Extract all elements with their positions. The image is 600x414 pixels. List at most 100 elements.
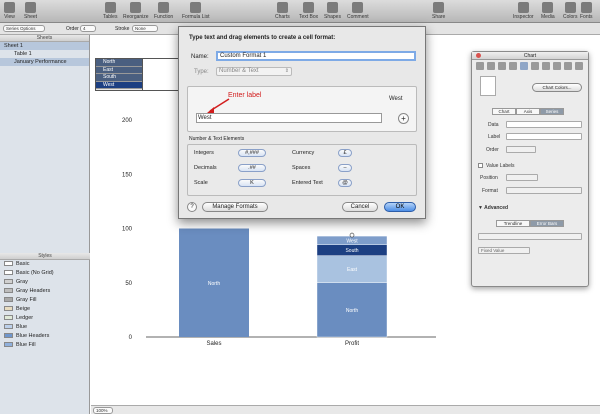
x-tick-label: Profit <box>345 341 359 347</box>
cell-icon[interactable] <box>509 62 517 70</box>
position-select[interactable] <box>506 174 538 181</box>
ok-button[interactable]: OK <box>384 202 416 212</box>
value-labels-checkbox[interactable] <box>478 163 483 168</box>
chart-icon[interactable] <box>520 62 528 70</box>
tab-error-bars[interactable]: Error Bars <box>530 220 564 227</box>
stroke-select[interactable]: None <box>132 25 158 32</box>
chart-thumbnail[interactable] <box>480 76 496 96</box>
text-icon[interactable] <box>531 62 539 70</box>
element-token-chip[interactable]: .## <box>238 164 266 172</box>
document-icon[interactable] <box>476 62 484 70</box>
inspector-title: Chart <box>472 52 588 60</box>
format-token-field[interactable]: West <box>196 113 382 123</box>
toolbar-charts-button[interactable]: Charts <box>275 2 290 20</box>
style-item[interactable]: Gray Headers <box>0 287 90 296</box>
style-item[interactable]: Gray Fill <box>0 296 90 305</box>
toolbar-reorganize-button[interactable]: Reorganize <box>123 2 149 20</box>
style-swatch <box>4 306 13 312</box>
toolbar-inspector-button[interactable]: Inspector <box>513 2 534 20</box>
error-bars-select[interactable] <box>478 233 582 240</box>
toolbar-comment-button[interactable]: Comment <box>347 2 369 20</box>
toolbar-formula-list-button[interactable]: Formula List <box>182 2 210 20</box>
zoom-select[interactable]: 100% <box>93 407 113 414</box>
y-tick-label: 50 <box>125 281 132 287</box>
element-token-chip[interactable]: £ <box>338 149 352 157</box>
bar-label[interactable]: North <box>208 281 220 287</box>
chart-label: January Performance <box>14 59 67 65</box>
toolbar-label: Tables <box>103 14 118 20</box>
sidebar-item-chart[interactable]: January Performance <box>0 58 89 66</box>
y-tick-label: 0 <box>129 335 133 341</box>
toolbar-sheet-button[interactable]: Sheet <box>24 2 37 20</box>
style-item[interactable]: Gray <box>0 278 90 287</box>
sidebar-item-sheet-1[interactable]: Sheet 1 <box>0 42 89 50</box>
quicktime-icon[interactable] <box>575 62 583 70</box>
format-select[interactable] <box>506 187 582 194</box>
manage-formats-button[interactable]: Manage Formats <box>202 202 268 212</box>
name-field[interactable]: Custom Format 1 <box>216 51 416 61</box>
style-item[interactable]: Ledger <box>0 314 90 323</box>
toolbar-view-button[interactable]: View <box>4 2 15 20</box>
style-item[interactable]: Blue Headers <box>0 332 90 341</box>
bar-label[interactable]: East <box>347 267 358 273</box>
element-token-chip[interactable]: #,### <box>238 149 266 157</box>
style-item[interactable]: Basic (No Grid) <box>0 269 90 278</box>
style-item[interactable]: Beige <box>0 305 90 314</box>
text-box-icon <box>303 2 315 13</box>
name-label: Name: <box>191 54 209 60</box>
tab-series[interactable]: Series <box>540 108 564 115</box>
stroke-label: Stroke <box>115 26 130 32</box>
order-stepper[interactable]: 4 <box>80 25 96 32</box>
sheets-header: Sheets <box>0 35 89 42</box>
table-icon[interactable] <box>498 62 506 70</box>
series-options-button[interactable]: Series Options <box>3 25 45 32</box>
add-element-button[interactable]: + <box>398 113 409 124</box>
position-label: Position <box>480 175 498 181</box>
style-item[interactable]: Blue <box>0 323 90 332</box>
toolbar-label: Inspector <box>513 14 534 20</box>
tab-trendline[interactable]: Trendline <box>496 220 530 227</box>
toolbar-shapes-button[interactable]: Shapes <box>324 2 341 20</box>
toolbar-tables-button[interactable]: Tables <box>103 2 117 20</box>
tab-axis[interactable]: Axis <box>516 108 540 115</box>
cancel-button[interactable]: Cancel <box>342 202 378 212</box>
style-item[interactable]: Blue Fill <box>0 341 90 350</box>
label-field[interactable] <box>506 133 582 140</box>
toolbar-label: Sheet <box>24 14 38 20</box>
advanced-disclosure[interactable]: ▼ Advanced <box>478 205 508 211</box>
style-swatch <box>4 324 13 330</box>
sidebar-item-table-1[interactable]: Table 1 <box>0 50 89 58</box>
data-field[interactable] <box>506 121 582 128</box>
format-preview: West <box>389 96 403 102</box>
help-button[interactable]: ? <box>187 202 197 212</box>
toolbar-colors-button[interactable]: Colors <box>563 2 577 20</box>
sheet-icon[interactable] <box>487 62 495 70</box>
close-icon[interactable] <box>476 53 481 58</box>
element-token-chip[interactable]: @ <box>338 179 352 187</box>
link-icon[interactable] <box>564 62 572 70</box>
metrics-icon[interactable] <box>553 62 561 70</box>
bar-label[interactable]: West <box>346 238 358 244</box>
toolbar-media-button[interactable]: Media <box>541 2 555 20</box>
tab-chart[interactable]: Chart <box>492 108 516 115</box>
type-select[interactable]: Number & Text ⇕ <box>216 67 292 76</box>
y-tick-label: 200 <box>122 118 133 124</box>
element-label: Currency <box>292 150 315 156</box>
style-item[interactable]: Basic <box>0 260 90 269</box>
graphic-icon[interactable] <box>542 62 550 70</box>
element-token-chip[interactable]: K <box>238 179 266 187</box>
order-select[interactable] <box>506 146 536 153</box>
toolbar-label: Media <box>541 14 555 20</box>
share-icon <box>433 2 445 13</box>
toolbar-text-box-button[interactable]: Text Box <box>299 2 318 20</box>
fixed-value-select[interactable]: Fixed Value <box>478 247 530 254</box>
toolbar-function-button[interactable]: Function <box>154 2 173 20</box>
chart-colors-button[interactable]: Chart Colors... <box>532 83 582 92</box>
toolbar-fonts-button[interactable]: Fonts <box>580 2 593 20</box>
bar-label[interactable]: North <box>346 308 358 314</box>
toolbar-share-button[interactable]: Share <box>432 2 445 20</box>
bar-label[interactable]: South <box>345 248 358 254</box>
element-token-chip[interactable]: – <box>338 164 352 172</box>
colors-icon <box>564 2 576 13</box>
style-label: Beige <box>16 306 31 312</box>
